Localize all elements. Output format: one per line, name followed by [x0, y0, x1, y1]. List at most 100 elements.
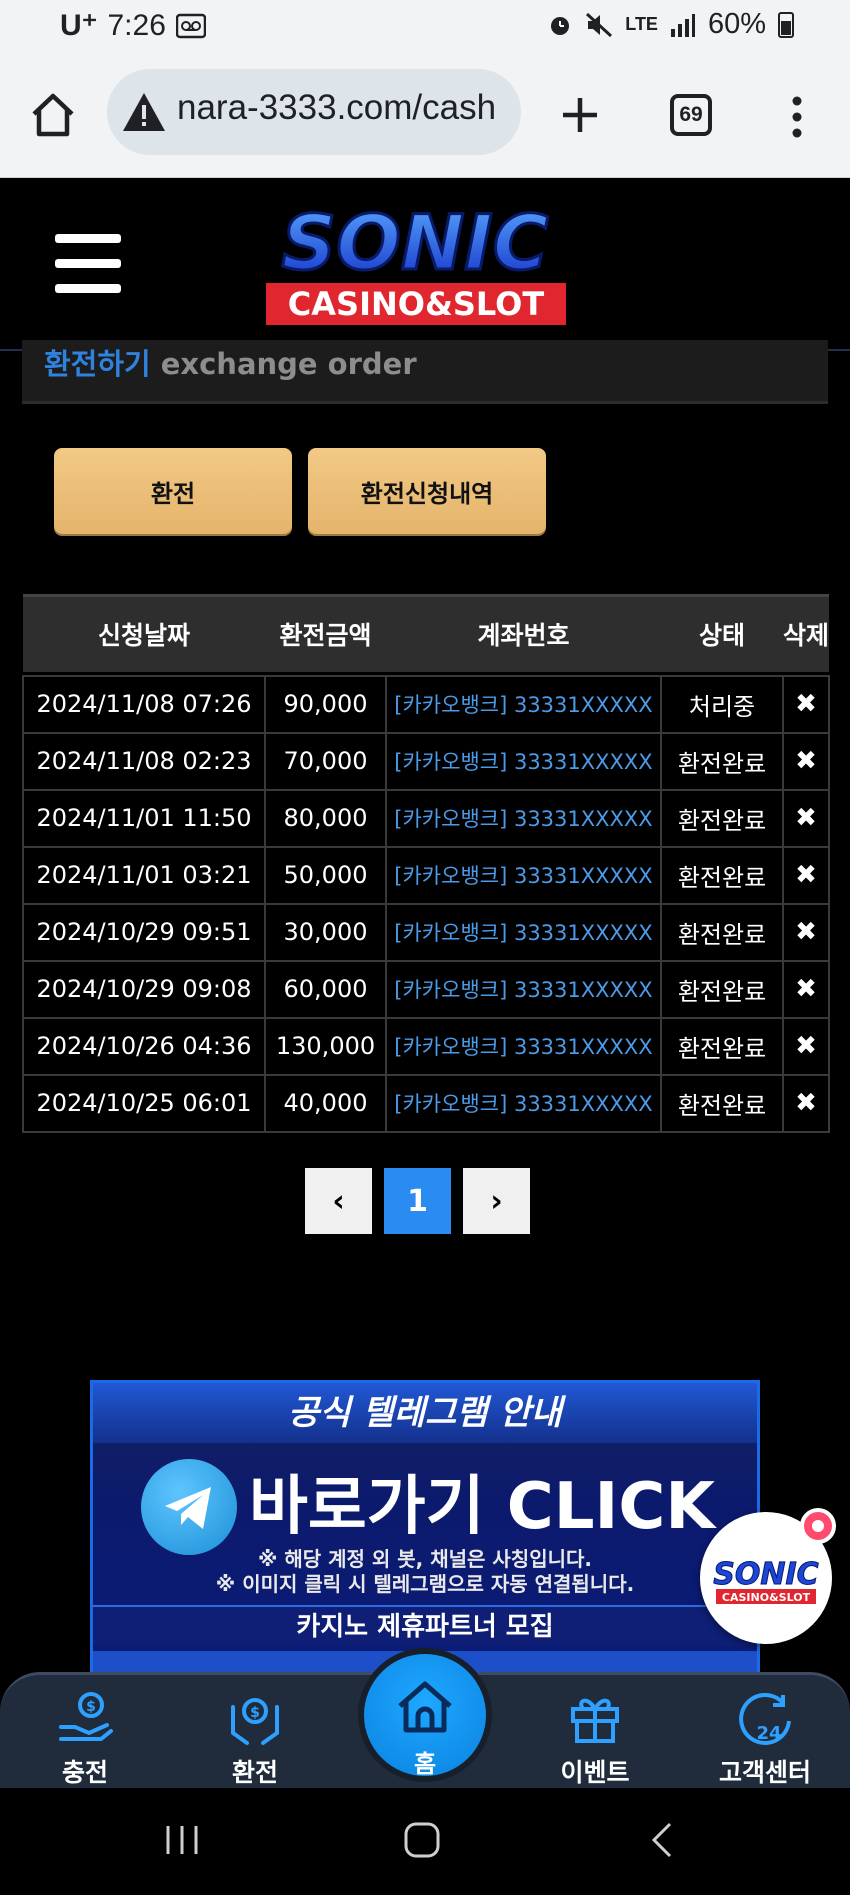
clock: 7:26 — [107, 8, 166, 42]
tab-switcher-button[interactable]: 69 — [670, 94, 712, 136]
home-icon — [398, 1681, 452, 1733]
alarm-icon — [551, 16, 570, 35]
url-text[interactable]: nara-3333.com/cash — [177, 88, 496, 128]
nav-event-label: 이벤트 — [560, 1758, 630, 1787]
nav-support-label: 고객센터 — [718, 1758, 811, 1787]
table-row: 2024/10/26 04:36 130,000 [카카오뱅크] 33331XX… — [22, 1016, 830, 1076]
row-amount: 90,000 — [264, 674, 387, 734]
address-bar[interactable]: nara-3333.com/cash — [107, 69, 521, 155]
row-account: [카카오뱅크] 33331XXXXX — [385, 731, 662, 791]
row-date: 2024/11/01 03:21 — [22, 845, 266, 905]
carrier-label: U⁺ — [60, 9, 98, 42]
banner-recruit: 카지노 제휴파트너 모집 — [93, 1605, 757, 1645]
exchange-icon: $ — [231, 1698, 279, 1745]
delete-icon[interactable]: ✖ — [782, 674, 830, 734]
row-status: 환전완료 — [660, 959, 784, 1019]
row-account: [카카오뱅크] 33331XXXXX — [385, 1073, 662, 1133]
hamburger-menu-icon[interactable] — [55, 234, 121, 293]
nav-charge[interactable]: $ 충전 — [15, 1687, 155, 1789]
row-date: 2024/11/01 11:50 — [22, 788, 266, 848]
prev-page-button[interactable]: ‹ — [305, 1168, 372, 1234]
row-status: 환전완료 — [660, 1016, 784, 1076]
row-date: 2024/10/29 09:08 — [22, 959, 266, 1019]
page-number-button[interactable]: 1 — [384, 1168, 451, 1234]
row-amount: 80,000 — [264, 788, 387, 848]
row-account: [카카오뱅크] 33331XXXXX — [385, 959, 662, 1019]
nav-home-label: 홈 — [413, 1750, 437, 1778]
row-amount: 60,000 — [264, 959, 387, 1019]
sonic-logo[interactable]: SONIC CASINO&SLOT — [230, 199, 600, 334]
row-date: 2024/11/08 07:26 — [22, 674, 266, 734]
notification-badge — [800, 1508, 836, 1544]
header-delete: 삭제 — [783, 594, 829, 672]
delete-icon[interactable]: ✖ — [782, 845, 830, 905]
nav-home-button[interactable]: 홈 — [358, 1648, 492, 1782]
logo-brand-top: SONIC — [281, 199, 548, 287]
delete-icon[interactable]: ✖ — [782, 1073, 830, 1133]
row-account: [카카오뱅크] 33331XXXXX — [385, 1016, 662, 1076]
delete-icon[interactable]: ✖ — [782, 959, 830, 1019]
telegram-icon — [141, 1459, 237, 1555]
telegram-banner[interactable]: 공식 텔레그램 안내 바로가기 CLICK ※ 해당 계정 외 봇, 채널은 사… — [90, 1380, 760, 1680]
browser-home-icon[interactable] — [28, 90, 78, 140]
exchange-tab-button[interactable]: 환전 — [54, 448, 292, 534]
back-icon[interactable] — [640, 1818, 684, 1862]
new-tab-icon[interactable] — [555, 90, 605, 140]
header-amount: 환전금액 — [265, 594, 386, 672]
float-logo-bottom: CASINO&SLOT — [722, 1591, 811, 1604]
status-right: LTE 60% — [547, 8, 794, 41]
row-account: [카카오뱅크] 33331XXXXX — [385, 788, 662, 848]
delete-icon[interactable]: ✖ — [782, 731, 830, 791]
table-row: 2024/11/01 03:21 50,000 [카카오뱅크] 33331XXX… — [22, 845, 830, 905]
recents-icon[interactable] — [160, 1818, 204, 1862]
next-page-button[interactable]: › — [463, 1168, 530, 1234]
nav-event[interactable]: 이벤트 — [525, 1687, 665, 1789]
table-row: 2024/10/25 06:01 40,000 [카카오뱅크] 33331XXX… — [22, 1073, 830, 1133]
section-title-ko: 환전하기 — [44, 347, 151, 381]
row-account: [카카오뱅크] 33331XXXXX — [385, 902, 662, 962]
row-account: [카카오뱅크] 33331XXXXX — [385, 674, 662, 734]
row-amount: 30,000 — [264, 902, 387, 962]
status-bar: U⁺ 7:26 LTE 60% — [0, 0, 850, 52]
section-title-en: exchange order — [160, 347, 417, 381]
table-row: 2024/11/08 02:23 70,000 [카카오뱅크] 33331XXX… — [22, 731, 830, 791]
row-status: 환전완료 — [660, 902, 784, 962]
exchange-history-table: 신청날짜 환전금액 계좌번호 상태 삭제 2024/11/08 07:26 90… — [22, 594, 830, 1133]
exchange-history-tab-button[interactable]: 환전신청내역 — [308, 448, 546, 534]
header-date: 신청날짜 — [23, 594, 265, 672]
browser-toolbar: nara-3333.com/cash 69 — [0, 52, 850, 178]
nav-exchange[interactable]: $ 환전 — [185, 1687, 325, 1789]
voicemail-icon — [175, 13, 206, 38]
network-label: LTE — [625, 14, 658, 34]
row-amount: 70,000 — [264, 731, 387, 791]
delete-icon[interactable]: ✖ — [782, 788, 830, 848]
row-status: 환전완료 — [660, 1073, 784, 1133]
charge-icon: $ — [59, 1692, 113, 1741]
svg-text:$: $ — [250, 1705, 260, 1721]
row-date: 2024/10/25 06:01 — [22, 1073, 266, 1133]
svg-text:24: 24 — [756, 1723, 781, 1744]
row-status: 환전완료 — [660, 788, 784, 848]
delete-icon[interactable]: ✖ — [782, 902, 830, 962]
support-24-icon: 24 — [739, 1692, 791, 1745]
system-nav-bar — [0, 1788, 850, 1895]
header-status: 상태 — [661, 594, 783, 672]
row-account: [카카오뱅크] 33331XXXXX — [385, 845, 662, 905]
table-row: 2024/11/08 07:26 90,000 [카카오뱅크] 33331XXX… — [22, 674, 830, 734]
table-row: 2024/10/29 09:51 30,000 [카카오뱅크] 33331XXX… — [22, 902, 830, 962]
table-header-row: 신청날짜 환전금액 계좌번호 상태 삭제 — [23, 594, 829, 672]
home-circle-icon[interactable] — [400, 1818, 444, 1862]
svg-text:$: $ — [86, 1699, 96, 1715]
more-vert-icon[interactable] — [782, 92, 812, 142]
site-header: SONIC CASINO&SLOT — [0, 179, 850, 351]
table-row: 2024/11/01 11:50 80,000 [카카오뱅크] 33331XXX… — [22, 788, 830, 848]
warning-icon[interactable] — [121, 89, 167, 135]
section-title: 환전하기 exchange order — [44, 341, 417, 383]
row-date: 2024/10/26 04:36 — [22, 1016, 266, 1076]
nav-charge-label: 충전 — [61, 1758, 108, 1787]
delete-icon[interactable]: ✖ — [782, 1016, 830, 1076]
row-amount: 40,000 — [264, 1073, 387, 1133]
nav-exchange-label: 환전 — [231, 1758, 278, 1787]
gift-icon — [571, 1698, 619, 1743]
nav-support[interactable]: 24 고객센터 — [695, 1687, 835, 1789]
